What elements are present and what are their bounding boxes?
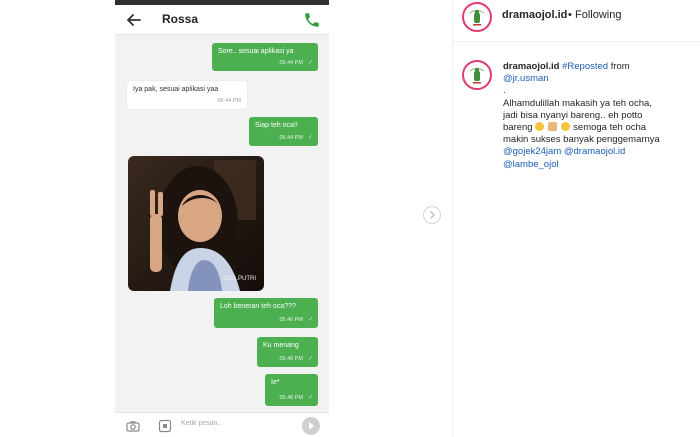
- photo-watermark: OCA.PUTRI: [223, 276, 256, 282]
- photo-message[interactable]: OCA.PUTRI: [128, 156, 264, 291]
- dramaojol-logo: [465, 63, 489, 87]
- caption-text: from: [610, 61, 630, 72]
- read-tick-icon: ✓: [307, 317, 313, 323]
- chat-message-out: Ie* 05.46 PM ✓: [265, 374, 318, 406]
- message-time: 05.46 PM: [279, 356, 303, 362]
- caption-username[interactable]: dramaojol.id: [503, 61, 559, 72]
- message-text: Ku menang: [263, 342, 299, 349]
- caption-text: bareng: [503, 122, 533, 134]
- chat-message-out: Loh beneran teh oca??? 05.46 PM ✓: [214, 298, 318, 328]
- read-tick-icon: ✓: [307, 135, 313, 141]
- chat-message-out: Siap teh oca!! 05.44 PM ✓: [249, 117, 318, 146]
- mention-link[interactable]: @dramaojol.id: [564, 146, 625, 157]
- contact-name: Rossa: [162, 12, 199, 26]
- sticker-icon[interactable]: [158, 419, 172, 433]
- message-text: Iya pak, sesuai aplikasi yaa: [133, 86, 219, 93]
- following-button[interactable]: Following: [575, 9, 621, 21]
- chat-message-in: Iya pak, sesuai aplikasi yaa 05.44 PM: [127, 81, 247, 109]
- carousel-next-button[interactable]: [423, 206, 441, 224]
- read-tick-icon: ✓: [307, 60, 313, 66]
- send-button[interactable]: [302, 417, 320, 435]
- message-time: 05.46 PM: [279, 317, 303, 323]
- message-time: 05.44 PM: [217, 98, 241, 104]
- heart-eyes-emoji: [560, 122, 570, 132]
- caption-text: makin sukses banyak penggemarnya: [503, 134, 660, 146]
- mention-link[interactable]: @jr.usman: [503, 73, 549, 84]
- message-input-bar: Ketik pesan..: [115, 412, 329, 437]
- back-arrow-icon[interactable]: [123, 10, 145, 30]
- mention-link[interactable]: @lambe_ojol: [503, 159, 559, 170]
- praying-hands-emoji: [547, 122, 557, 132]
- avatar[interactable]: [462, 2, 492, 32]
- separator-dot: •: [568, 9, 572, 21]
- message-input[interactable]: Ketik pesan..: [181, 420, 221, 427]
- message-text: Loh beneran teh oca???: [220, 303, 296, 310]
- chat-header: Rossa: [115, 5, 329, 35]
- message-text: Ie*: [271, 379, 280, 386]
- message-text: Sore.. sesuai aplikasi ya: [218, 48, 294, 55]
- chat-screenshot: Rossa Sore.. sesuai aplikasi ya 05.44 PM…: [115, 0, 329, 437]
- post-panel: dramaojol.id • Following dramaojol.id #R…: [452, 0, 700, 437]
- camera-icon[interactable]: [126, 419, 140, 433]
- hashtag-link[interactable]: #Reposted: [562, 61, 608, 72]
- message-time: 05.44 PM: [279, 135, 303, 141]
- post-header: dramaojol.id • Following: [453, 0, 700, 42]
- send-icon: [309, 422, 314, 430]
- chat-message-out: Sore.. sesuai aplikasi ya 05.44 PM ✓: [212, 43, 318, 71]
- mention-link[interactable]: @gojek24jam: [503, 146, 561, 157]
- caption-text: jadi bisa nyanyi bareng.. eh potto: [503, 109, 643, 121]
- message-text: Siap teh oca!!: [255, 122, 298, 129]
- chevron-right-icon: [430, 211, 435, 219]
- sunglasses-emoji: [535, 122, 545, 132]
- chat-message-out: Ku menang 05.46 PM ✓: [257, 337, 318, 367]
- caption-text: Alhamdulillah makasih ya teh ocha,: [503, 97, 652, 109]
- read-tick-icon: ✓: [307, 395, 313, 401]
- caption-avatar[interactable]: [462, 60, 492, 90]
- post-username[interactable]: dramaojol.id: [502, 9, 567, 21]
- phone-icon[interactable]: [303, 11, 321, 29]
- caption-text: semoga teh ocha: [573, 122, 647, 134]
- message-time: 05.44 PM: [279, 60, 303, 66]
- caption-text: .: [503, 85, 506, 97]
- post-caption: dramaojol.id #Reposted from @jr.usman . …: [503, 61, 693, 171]
- selfie-photo: [128, 156, 264, 291]
- message-time: 05.46 PM: [279, 395, 303, 401]
- dramaojol-logo: [465, 5, 489, 29]
- read-tick-icon: ✓: [307, 356, 313, 362]
